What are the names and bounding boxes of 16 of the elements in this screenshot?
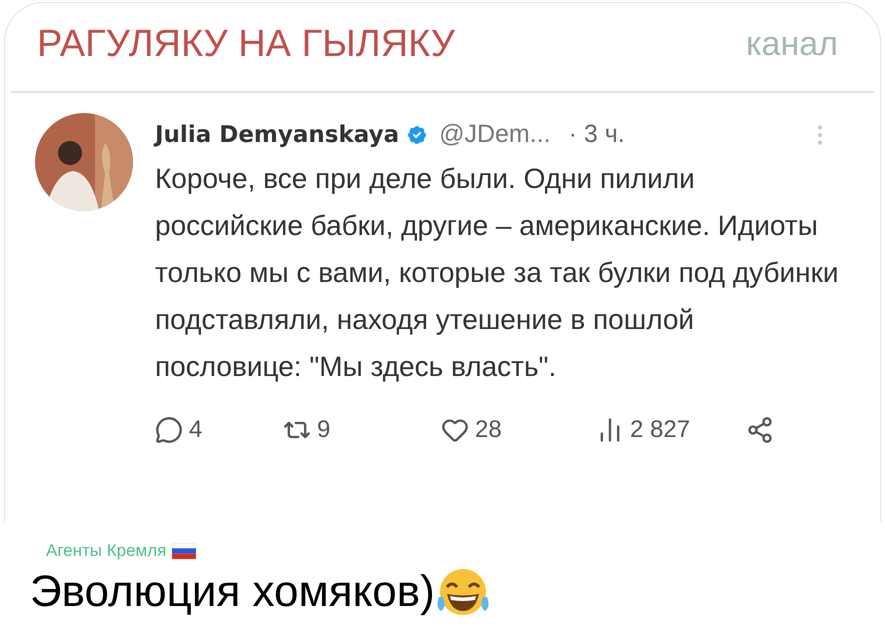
author-handle: @JDem...	[439, 119, 551, 150]
channel-title: РАГУЛЯКУ НА ГЫЛЯКУ	[37, 25, 455, 63]
flag-icon	[172, 542, 196, 559]
laughing-emoji-icon	[434, 566, 491, 616]
source-name: Агенты Кремля	[46, 540, 166, 562]
post-text: Короче, все при деле были. Одни пилили российские бабки, другие – американские. Идиоты только мы с вами, которые за так булки под дубинки подставляли, находя утешение в пошлой пословице: "Мы здесь власть".	[155, 162, 840, 384]
caption-text: Эволюция хомяков)	[30, 566, 435, 618]
action-count: 28	[475, 415, 502, 445]
author-name: Julia Demyanskaya	[155, 120, 400, 150]
channel-label: канал	[746, 27, 838, 61]
action-count: 9	[317, 415, 330, 445]
action-count: 4	[189, 415, 202, 445]
post-time: · 3 ч.	[568, 119, 625, 150]
reply-icon[interactable]	[155, 416, 183, 444]
share-icon[interactable]	[746, 416, 774, 444]
action-count: 2 827	[630, 415, 690, 445]
